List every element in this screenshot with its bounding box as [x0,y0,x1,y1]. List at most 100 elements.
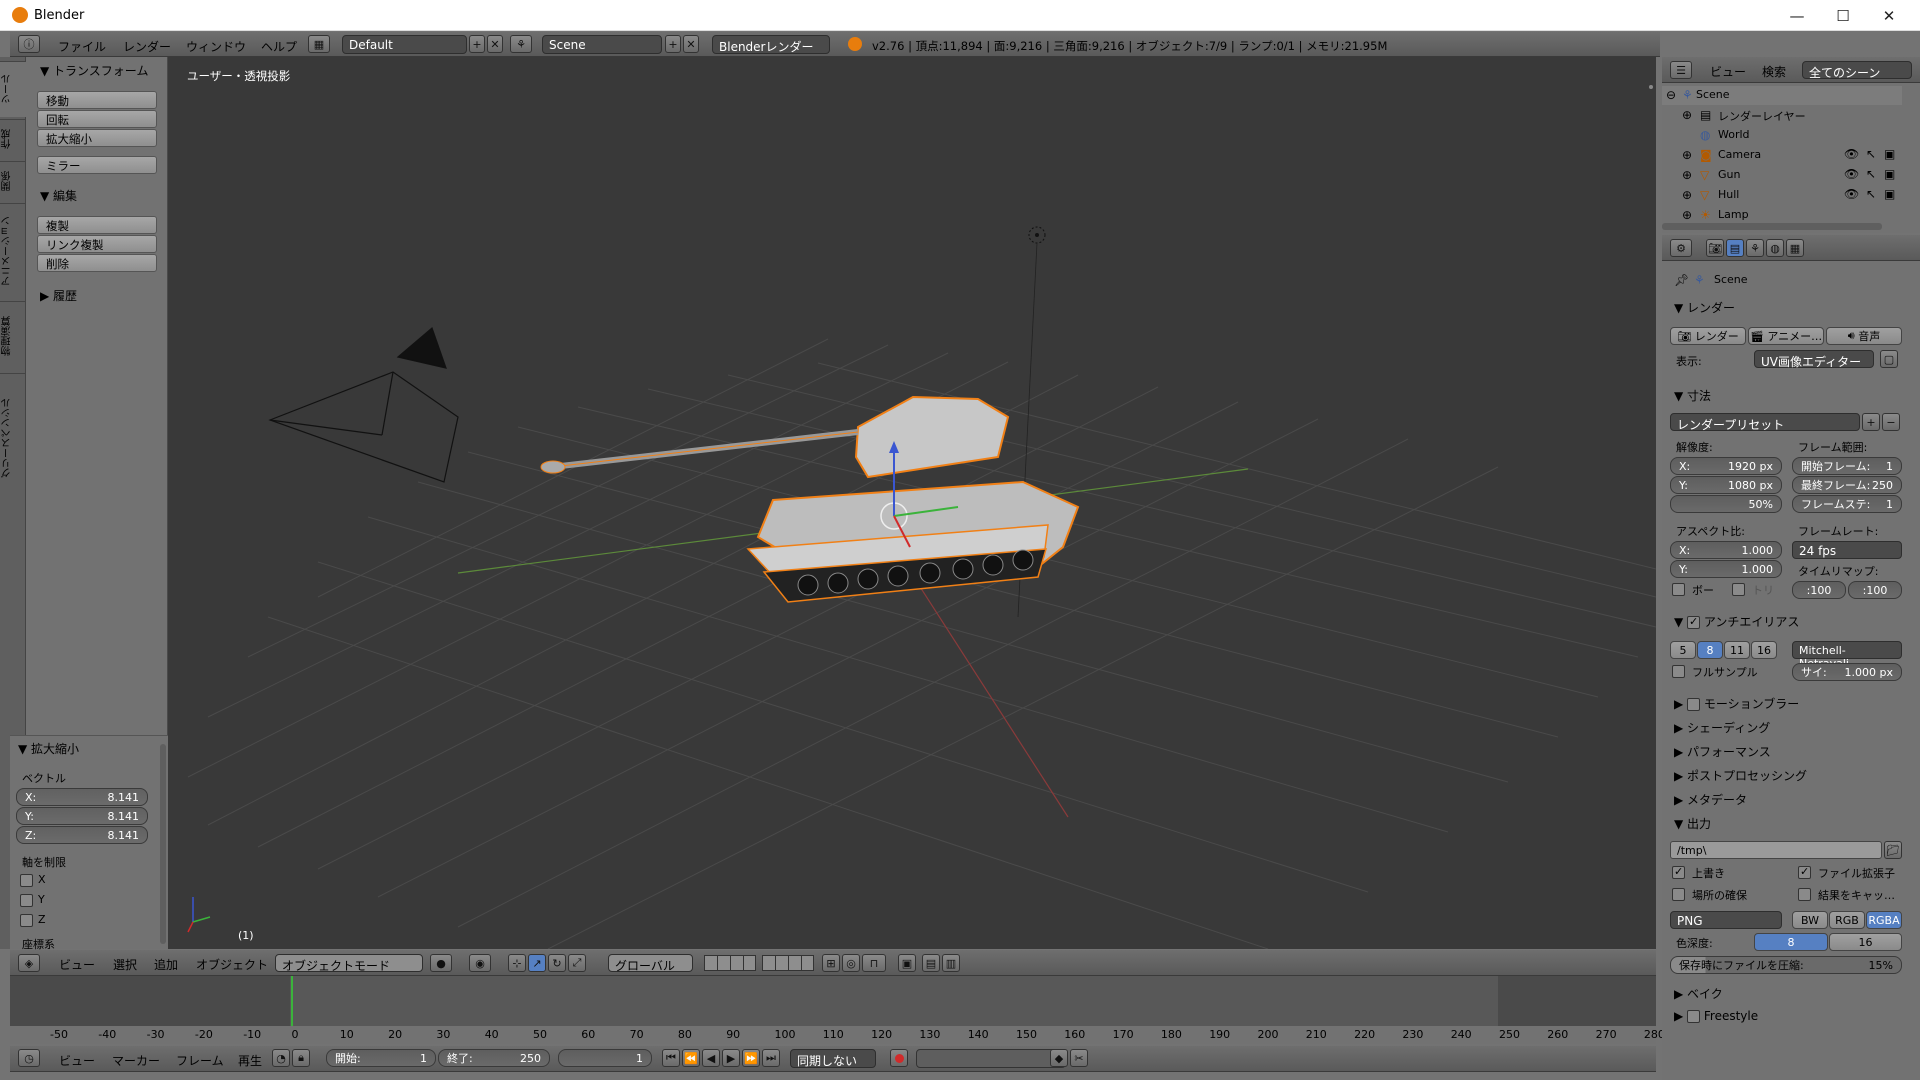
tab-animation[interactable]: アニメーション [0,203,26,299]
timeline-menu-frame[interactable]: フレーム [176,1052,224,1069]
tab-create[interactable]: 作成 [0,119,26,159]
panel-transform-header[interactable]: ▼ トランスフォーム [40,62,148,79]
outliner-menu-search[interactable]: 検索 [1762,63,1786,80]
editor-type-info-icon[interactable]: ⓘ [18,35,40,53]
lock-interface-icon[interactable]: ▢ [1880,350,1898,368]
tab-grease-pencil[interactable]: グリースペンシル [0,373,26,503]
expand-icon[interactable]: ⊕ [1682,168,1692,182]
expand-icon[interactable]: ⊖ [1666,88,1676,102]
keying-set-field[interactable] [916,1049,1066,1068]
proportional-edit-icon[interactable]: ◎ [842,954,860,972]
menu-object[interactable]: オブジェクト [196,956,268,973]
end-frame-field[interactable]: 終了: 250 [438,1049,550,1067]
redo-scrollbar[interactable] [160,744,166,944]
scene-icon[interactable]: ⚘ [510,35,532,53]
outliner-row[interactable]: ⊕ ▽ Gun 👁︎ ↖ ▣ [1662,166,1920,185]
output-panel-header[interactable]: ▼ 出力 [1674,815,1711,832]
timeline-area[interactable]: -50 -40 -30 -20 -10 0 10 20 30 40 50 60 70 80 90 100 110… [10,976,1665,1044]
aa-filter-select[interactable]: Mitchell-Netravali [1792,641,1902,670]
manipulator-icon[interactable]: ⊹ [508,954,526,972]
frame-step-field[interactable]: フレームステ: 1 [1792,495,1902,513]
jump-key-back-icon[interactable]: ⏪ [682,1049,700,1067]
start-frame-field[interactable]: 開始: 1 [326,1049,436,1067]
constraint-y-checkbox[interactable] [20,894,33,907]
eye-icon[interactable]: 👁︎ [1844,147,1859,161]
outliner-display-select[interactable]: 全てのシーン [1802,61,1912,80]
freestyle-checkbox[interactable] [1687,1010,1701,1023]
render-panel-header[interactable]: ▼ レンダー [1674,299,1735,316]
outliner-row[interactable]: ⊕ ◙ Camera 👁︎ ↖ ▣ [1662,146,1920,165]
duplicate-linked-button[interactable]: リンク複製 [37,235,157,253]
record-icon[interactable] [890,1049,908,1067]
scene-field[interactable]: Scene [542,35,662,54]
layout-field[interactable]: Default [342,35,467,54]
folder-icon[interactable]: 📁︎ [1884,841,1902,859]
aa-samples-11[interactable]: 11 [1724,641,1750,659]
preset-remove-icon[interactable]: − [1882,413,1900,431]
color-mode-rgb[interactable]: RGB [1829,911,1865,929]
scene-add-icon[interactable]: + [665,35,681,53]
file-extension-checkbox[interactable] [1798,865,1811,879]
performance-panel-header[interactable]: ▶ パフォーマンス [1674,743,1771,760]
color-mode-bw[interactable]: BW [1792,911,1828,929]
menu-window[interactable]: ウィンドウ [186,38,246,55]
layout-icon[interactable]: ▦ [308,35,330,53]
redo-header[interactable]: ▼ 拡大縮小 [18,740,79,757]
render-camera-icon[interactable]: ▣ [1884,147,1895,161]
border-checkbox[interactable] [1672,583,1685,596]
pin-icon[interactable]: 📌︎ [1674,273,1689,287]
play-icon[interactable]: ▶ [722,1049,740,1067]
motion-blur-panel-header[interactable]: ▶ モーションブラー [1674,695,1799,712]
editor-type-timeline-icon[interactable]: ◷ [18,1049,40,1067]
mirror-button[interactable]: ミラー [37,156,157,174]
menu-render[interactable]: レンダー [123,38,171,55]
aspect-y-field[interactable]: Y: 1.000 [1670,560,1782,578]
lock-layer-icon[interactable]: ⊞ [822,954,840,972]
scale-x-field[interactable]: X: 8.141 [16,788,148,806]
scale-button[interactable]: 拡大縮小 [37,129,157,147]
menu-view[interactable]: ビュー [59,956,95,973]
eye-icon[interactable]: 👁︎ [1844,187,1859,201]
constraint-z-checkbox[interactable] [20,914,33,927]
scene-remove-icon[interactable]: ✕ [683,35,699,53]
timemap-old-field[interactable]: :100 [1792,581,1846,599]
render-tab-icon[interactable]: 📷︎ [1706,239,1724,257]
play-reverse-icon[interactable]: ◀ [702,1049,720,1067]
shading-panel-header[interactable]: ▶ シェーディング [1674,719,1770,736]
color-depth-8[interactable]: 8 [1754,933,1828,951]
rotate-button[interactable]: 回転 [37,110,157,128]
postprocessing-panel-header[interactable]: ▶ ポストプロセッシング [1674,767,1807,784]
render-anim-icon[interactable]: ▥ [942,954,960,972]
tab-physics[interactable]: 物理演算 [0,301,26,371]
render-layers-tab-icon[interactable]: ▤ [1726,239,1744,257]
color-depth-16[interactable]: 16 [1829,933,1902,951]
aa-samples-8[interactable]: 8 [1697,641,1723,659]
outliner-row[interactable]: ⊖ ⚘ Scene [1662,86,1902,105]
translate-button[interactable]: 移動 [37,91,157,109]
layer-buttons-2[interactable] [762,955,814,971]
display-select[interactable]: UV画像エディター [1754,350,1874,369]
expand-icon[interactable]: ⊕ [1682,108,1692,122]
editor-type-outliner-icon[interactable]: ☰ [1670,61,1692,79]
expand-icon[interactable]: ⊕ [1682,148,1692,162]
3d-viewport[interactable]: ユーザー・透視投影 (1) [168,57,1656,949]
cursor-icon[interactable]: ↖ [1866,187,1876,201]
delete-button[interactable]: 削除 [37,254,157,272]
animation-button[interactable]: 🎬︎ アニメー… [1748,327,1824,345]
jump-start-icon[interactable]: ⏮ [662,1049,680,1067]
editor-type-view3d-icon[interactable]: ◈ [18,954,40,972]
cursor-icon[interactable]: ↖ [1866,147,1876,161]
panel-history-header[interactable]: ▶ 履歴 [40,287,77,304]
frame-start-field[interactable]: 開始フレーム: 1 [1792,457,1902,475]
jump-end-icon[interactable]: ⏭ [762,1049,780,1067]
dimensions-panel-header[interactable]: ▼ 寸法 [1674,387,1711,404]
sync-select[interactable]: 同期しない [790,1049,876,1068]
cache-result-checkbox[interactable] [1798,888,1811,901]
bake-panel-header[interactable]: ▶ ベイク [1674,985,1723,1002]
filter-size-field[interactable]: サイ: 1.000 px [1792,663,1902,681]
texture-tab-icon[interactable]: ▦ [1786,239,1804,257]
render-camera-icon[interactable]: ▣ [1884,187,1895,201]
layout-add-icon[interactable]: + [469,35,485,53]
tank-model[interactable] [540,395,1080,603]
crop-checkbox[interactable] [1732,583,1745,596]
